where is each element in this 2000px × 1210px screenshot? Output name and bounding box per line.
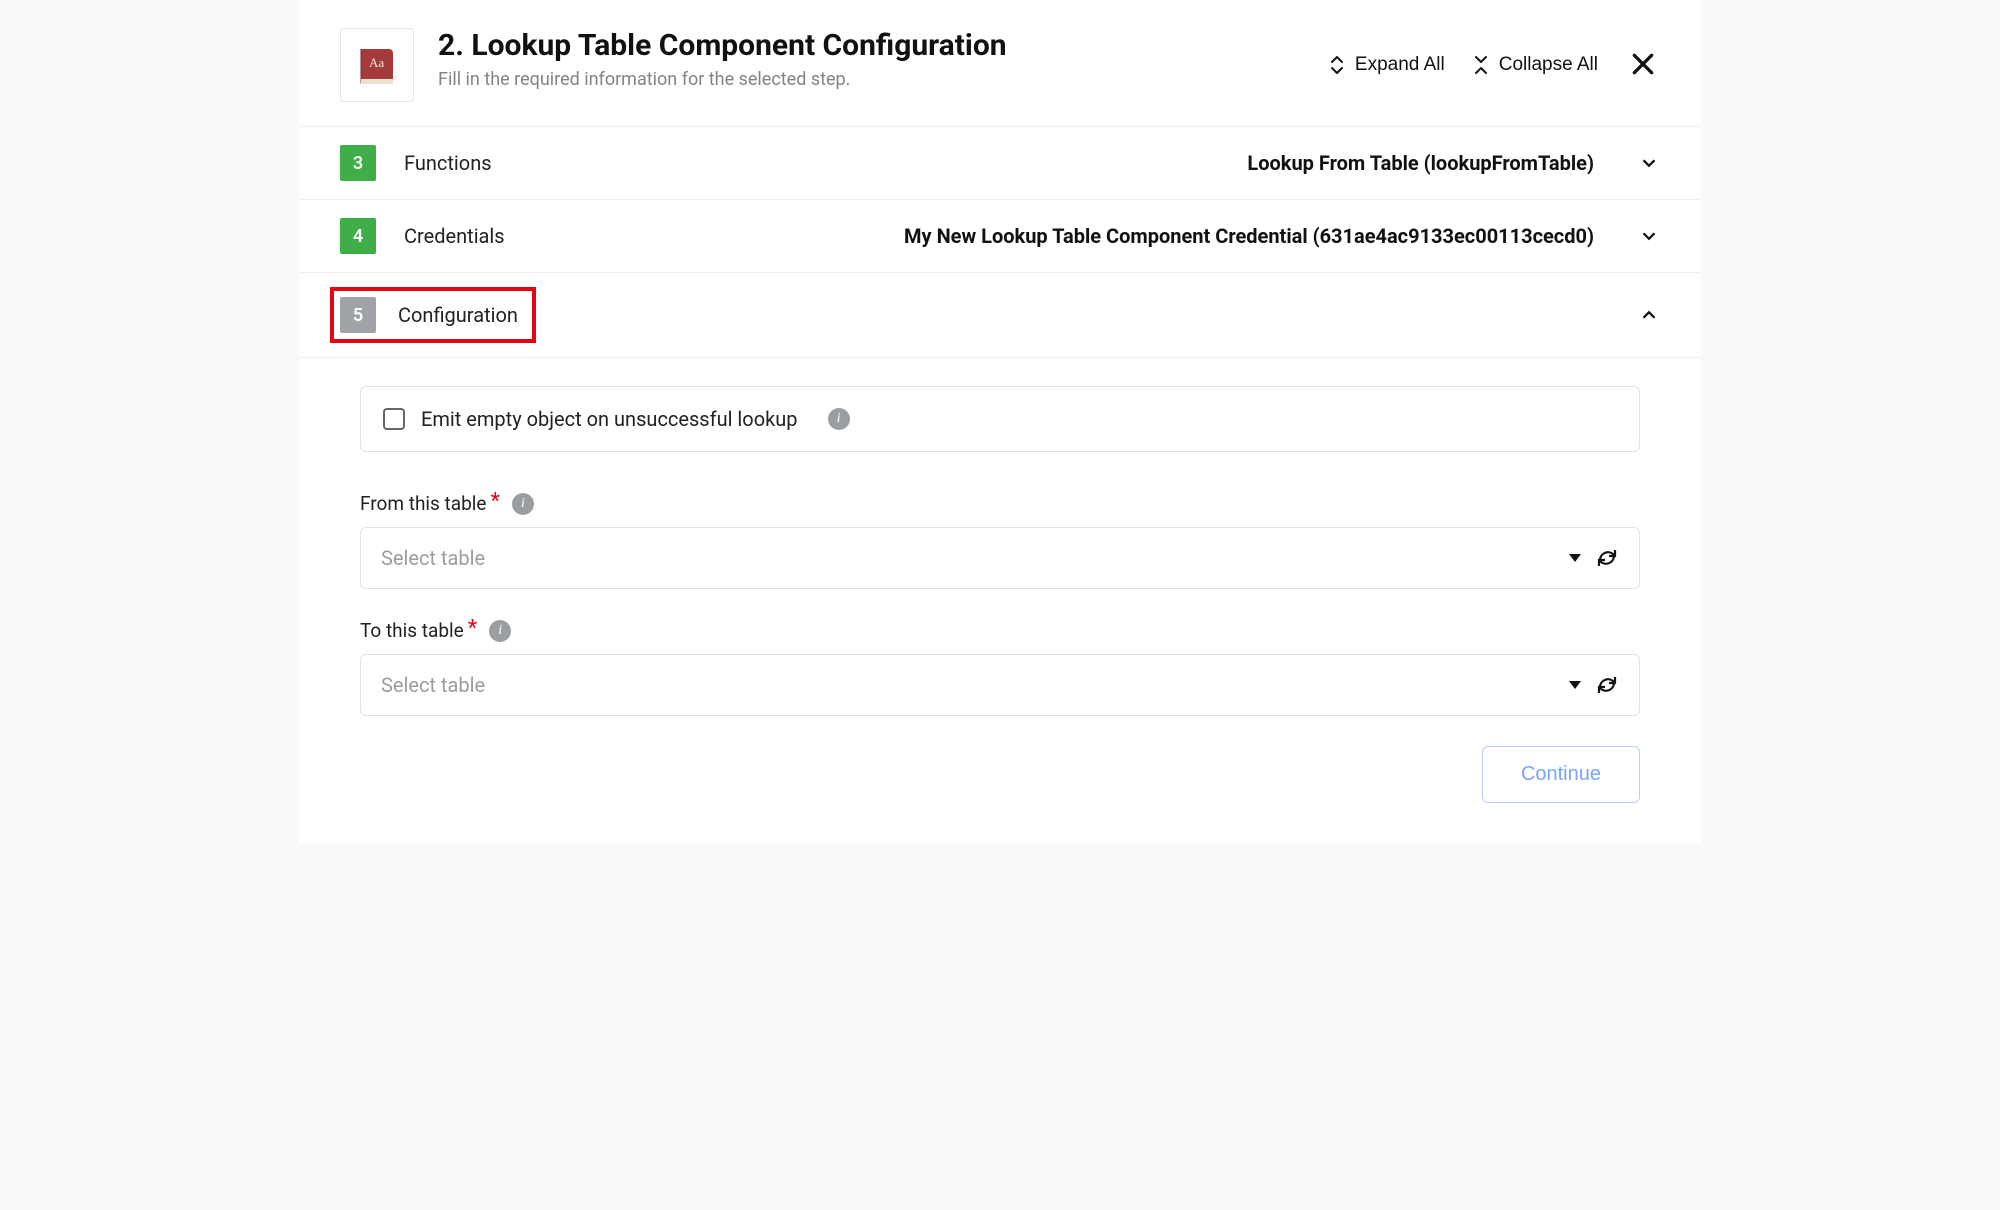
section-label-functions: Functions: [404, 151, 564, 175]
chevron-down-icon: [1638, 152, 1660, 174]
refresh-button[interactable]: [1595, 546, 1619, 570]
select-placeholder: Select table: [381, 673, 485, 697]
emit-empty-checkbox[interactable]: [383, 408, 405, 430]
caret-down-icon: [1569, 681, 1581, 689]
info-icon[interactable]: i: [512, 493, 534, 515]
expand-icon: [1329, 54, 1345, 76]
configuration-panel: Aa 2. Lookup Table Component Configurati…: [300, 0, 1700, 843]
refresh-icon: [1595, 673, 1619, 697]
svg-text:Aa: Aa: [369, 55, 384, 70]
panel-header: Aa 2. Lookup Table Component Configurati…: [300, 0, 1700, 127]
page-title: 2. Lookup Table Component Configuration: [438, 28, 1305, 63]
from-table-label: From this table* i: [360, 492, 1640, 515]
section-credentials[interactable]: 4 Credentials My New Lookup Table Compon…: [300, 200, 1700, 273]
section-label-credentials: Credentials: [404, 224, 564, 248]
section-value-functions: Lookup From Table (lookupFromTable): [592, 151, 1610, 175]
close-icon: [1630, 51, 1656, 77]
expand-all-label: Expand All: [1355, 54, 1445, 76]
configuration-highlight: 5 Configuration: [330, 287, 536, 343]
step-badge-5: 5: [340, 297, 376, 333]
page-subtitle: Fill in the required information for the…: [438, 69, 1305, 90]
to-table-select[interactable]: Select table: [360, 654, 1640, 716]
refresh-icon: [1595, 546, 1619, 570]
collapse-all-label: Collapse All: [1499, 54, 1598, 76]
emit-empty-label: Emit empty object on unsuccessful lookup: [421, 407, 798, 431]
section-functions[interactable]: 3 Functions Lookup From Table (lookupFro…: [300, 127, 1700, 200]
section-label-configuration: Configuration: [398, 303, 518, 327]
select-placeholder: Select table: [381, 546, 485, 570]
to-table-field: To this table* i Select table: [360, 619, 1640, 716]
close-button[interactable]: [1626, 47, 1660, 84]
step-badge-3: 3: [340, 145, 376, 181]
header-actions: Expand All Collapse All: [1329, 47, 1660, 84]
info-icon[interactable]: i: [489, 620, 511, 642]
collapse-icon: [1473, 54, 1489, 76]
collapse-all-button[interactable]: Collapse All: [1473, 54, 1598, 76]
chevron-down-icon: [1638, 225, 1660, 247]
step-badge-4: 4: [340, 218, 376, 254]
info-icon[interactable]: i: [828, 408, 850, 430]
expand-all-button[interactable]: Expand All: [1329, 54, 1445, 76]
from-table-select[interactable]: Select table: [360, 527, 1640, 589]
caret-down-icon: [1569, 554, 1581, 562]
to-table-label: To this table* i: [360, 619, 1640, 642]
emit-empty-card: Emit empty object on unsuccessful lookup…: [360, 386, 1640, 452]
title-block: 2. Lookup Table Component Configuration …: [438, 28, 1305, 90]
from-table-field: From this table* i Select table: [360, 492, 1640, 589]
configuration-body: Emit empty object on unsuccessful lookup…: [300, 358, 1700, 843]
section-value-credentials: My New Lookup Table Component Credential…: [592, 224, 1610, 248]
chevron-up-icon: [1638, 304, 1660, 326]
dictionary-book-icon: Aa: [353, 41, 401, 89]
component-icon: Aa: [340, 28, 414, 102]
section-configuration[interactable]: 5 Configuration: [300, 273, 1700, 358]
refresh-button[interactable]: [1595, 673, 1619, 697]
continue-button[interactable]: Continue: [1482, 746, 1640, 803]
